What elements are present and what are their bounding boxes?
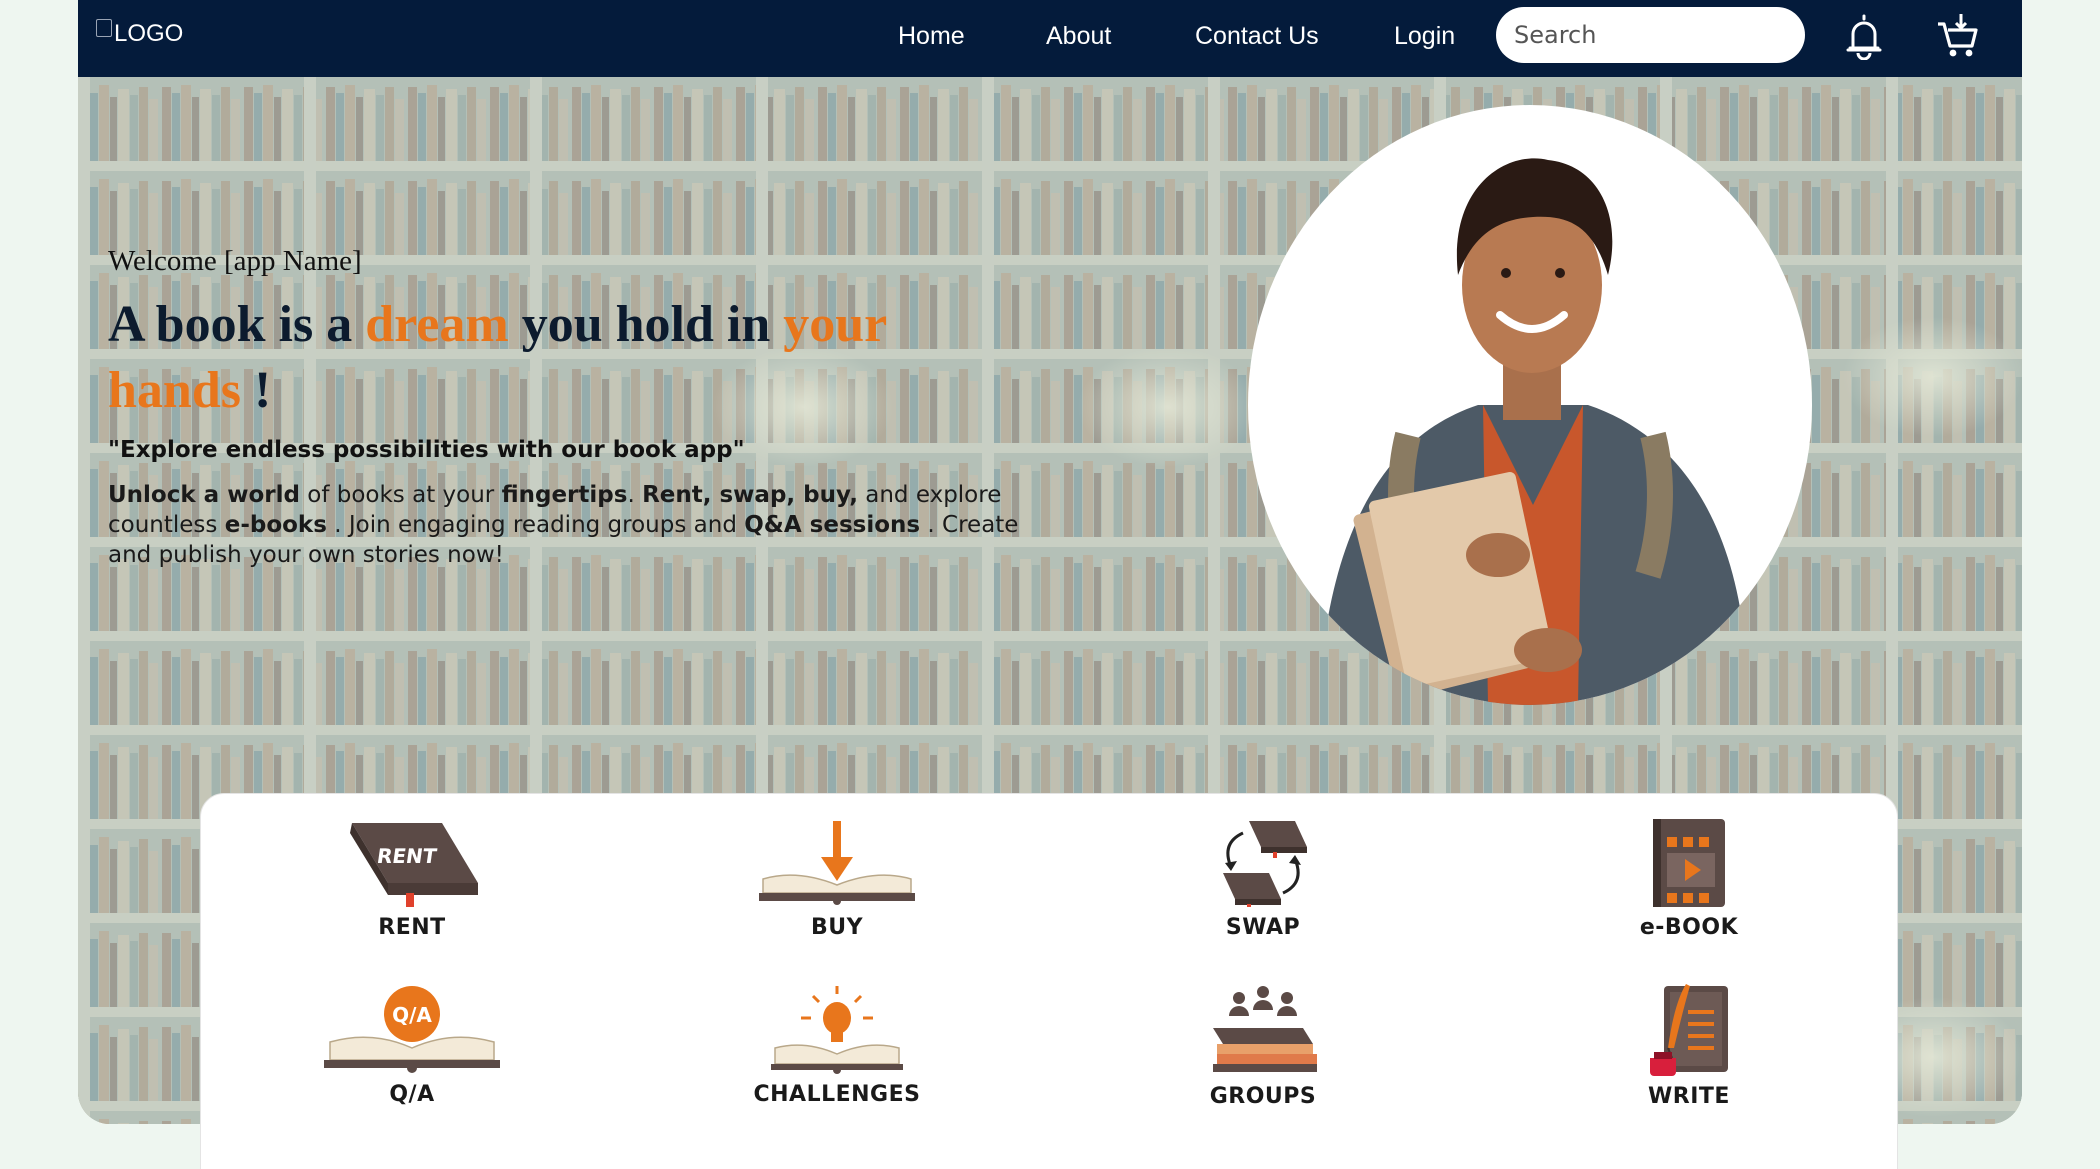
feature-label: SWAP xyxy=(1225,915,1301,940)
nav-login-link[interactable]: Login xyxy=(1394,22,1455,51)
nav-home-link[interactable]: Home xyxy=(898,22,965,51)
features-card: RENT RENT BUY SWAP e-BOOK Q/A Q/A CHALLE… xyxy=(200,793,1898,1169)
swap-books-icon xyxy=(1223,821,1307,907)
top-navbar: LOGO Home About Contact Us Login xyxy=(78,0,2022,77)
write-quill-icon xyxy=(1650,984,1728,1076)
logo-alt-text: LOGO xyxy=(114,20,184,47)
ebook-icon xyxy=(1653,819,1725,907)
feature-challenges[interactable]: CHALLENGES xyxy=(707,984,967,1107)
feature-label: RENT xyxy=(378,915,446,940)
svg-text:Q/A: Q/A xyxy=(392,1003,432,1027)
feature-rent[interactable]: RENT RENT xyxy=(282,819,542,940)
student-portrait xyxy=(1248,105,1812,705)
buy-book-icon xyxy=(759,821,915,905)
svg-text:RENT: RENT xyxy=(375,844,438,868)
nav-contact-link[interactable]: Contact Us xyxy=(1195,22,1319,51)
challenges-bulb-icon xyxy=(771,986,903,1074)
feature-qa[interactable]: Q/A Q/A xyxy=(282,984,542,1107)
hero-description: Unlock a world of books at your fingerti… xyxy=(108,482,1019,568)
groups-icon xyxy=(1213,986,1317,1072)
feature-label: e-BOOK xyxy=(1639,915,1739,940)
feature-buy[interactable]: BUY xyxy=(707,819,967,940)
nav-about-link[interactable]: About xyxy=(1046,22,1111,51)
feature-ebook[interactable]: e-BOOK xyxy=(1559,819,1819,940)
feature-label: Q/A xyxy=(389,1082,435,1107)
feature-label: GROUPS xyxy=(1209,1084,1317,1109)
welcome-text: Welcome [app Name] xyxy=(108,245,362,277)
qa-book-icon: Q/A xyxy=(324,986,500,1073)
feature-label: BUY xyxy=(810,915,864,940)
broken-image-icon xyxy=(96,19,112,37)
search-input[interactable] xyxy=(1496,7,1805,63)
feature-write[interactable]: WRITE xyxy=(1559,984,1819,1109)
feature-label: WRITE xyxy=(1648,1084,1730,1109)
cart-icon[interactable] xyxy=(1936,12,1980,60)
logo[interactable]: LOGO xyxy=(96,19,184,48)
rent-book-icon: RENT xyxy=(350,823,478,907)
bell-icon[interactable] xyxy=(1842,12,1886,61)
hero-quote: "Explore endless possibilities with our … xyxy=(108,437,745,463)
feature-swap[interactable]: SWAP xyxy=(1133,819,1393,940)
hero-headline: A book is a dream you hold in your hands… xyxy=(108,296,887,419)
feature-label: CHALLENGES xyxy=(753,1082,921,1107)
feature-groups[interactable]: GROUPS xyxy=(1133,984,1393,1109)
